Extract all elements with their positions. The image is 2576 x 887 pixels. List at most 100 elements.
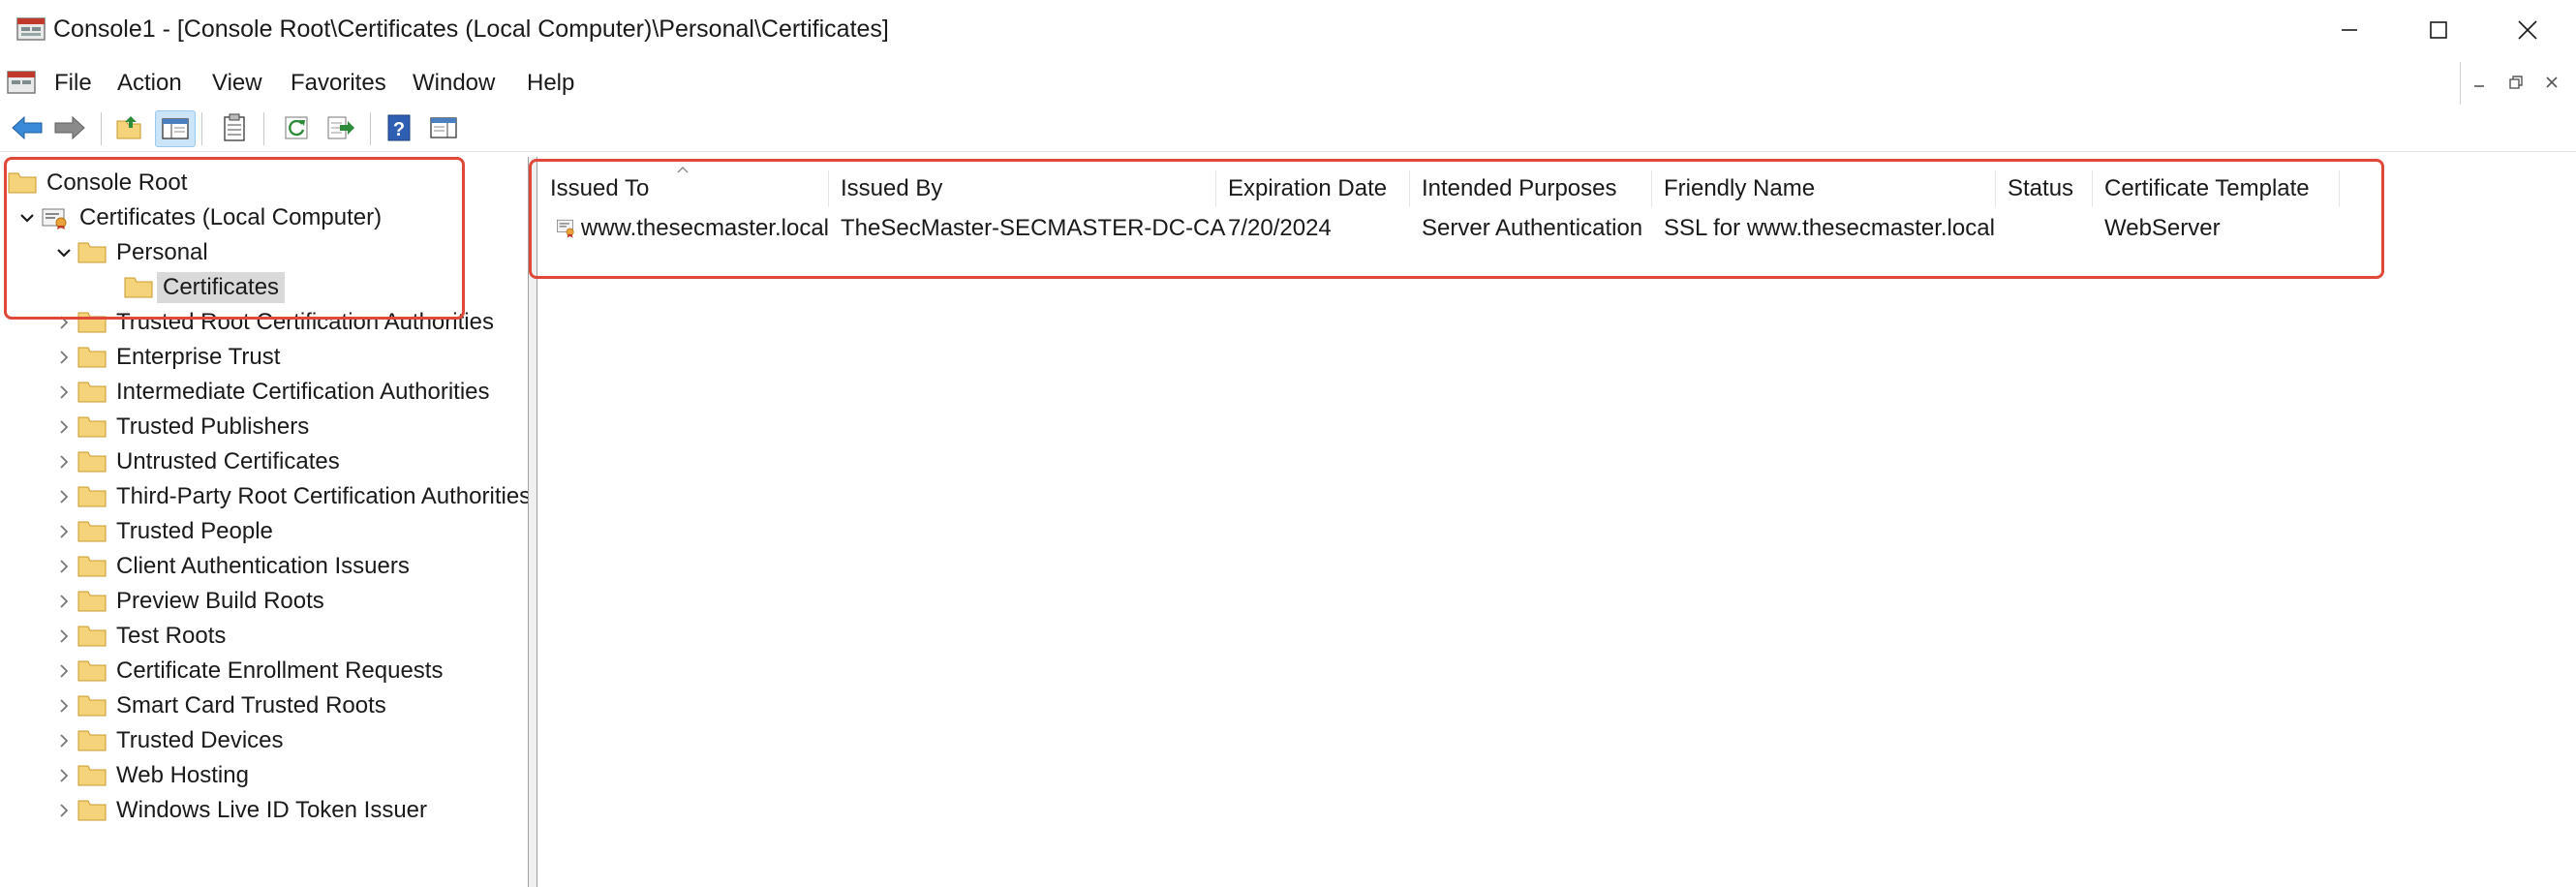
close-icon (2518, 20, 2537, 40)
refresh-icon (285, 116, 308, 139)
console-window-icon[interactable] (6, 68, 39, 99)
tree-item-label: Preview Build Roots (116, 588, 324, 614)
minimize-icon (2342, 29, 2357, 31)
maximize-button[interactable] (2394, 0, 2483, 60)
toolbar-separator (201, 112, 202, 145)
restore-icon (2509, 76, 2523, 89)
tree-item-label: Web Hosting (116, 762, 249, 788)
tree-item-store[interactable]: Certificate Enrollment Requests (50, 655, 448, 688)
folder-icon (77, 486, 107, 507)
folder-icon (77, 660, 107, 682)
folder-icon (77, 382, 107, 403)
mdi-restore-button[interactable] (2501, 68, 2530, 97)
tree-item-store[interactable]: Windows Live ID Token Issuer (50, 794, 433, 827)
tree-item-label: Intermediate Certification Authorities (116, 379, 490, 405)
highlight-box-list (529, 159, 2384, 279)
tree-item-label: Untrusted Certificates (116, 448, 340, 474)
tree-item-label: Trusted Devices (116, 727, 284, 753)
tree-item-label: Certificate Enrollment Requests (116, 658, 444, 684)
tree-item-label: Enterprise Trust (116, 344, 281, 370)
chevron-right-icon[interactable] (50, 341, 77, 374)
forward-icon (54, 115, 85, 140)
tree-item-store[interactable]: Client Authentication Issuers (50, 550, 415, 583)
chevron-right-icon[interactable] (50, 445, 77, 478)
export-list-icon (327, 116, 354, 139)
chevron-right-icon[interactable] (50, 724, 77, 757)
refresh-button[interactable] (277, 110, 316, 145)
tree-item-label: Windows Live ID Token Issuer (116, 797, 428, 823)
menu-action[interactable]: Action (117, 70, 182, 97)
chevron-right-icon[interactable] (50, 515, 77, 548)
chevron-right-icon[interactable] (50, 620, 77, 653)
chevron-right-icon[interactable] (50, 794, 77, 827)
menu-bar: File Action View Favorites Window Help (0, 60, 2576, 105)
folder-icon (77, 695, 107, 717)
mdi-minimize-button[interactable] (2465, 68, 2494, 97)
folder-icon (77, 521, 107, 542)
help-icon: ? (387, 114, 411, 141)
tree-item-label: Trusted Publishers (116, 413, 310, 440)
show-hide-console-tree-button[interactable] (155, 110, 196, 147)
up-folder-icon (116, 116, 141, 139)
chevron-right-icon[interactable] (50, 550, 77, 583)
tree-item-store[interactable]: Third-Party Root Certification Authoriti… (50, 480, 528, 513)
forward-button[interactable] (50, 110, 89, 145)
folder-icon (77, 451, 107, 473)
tree-item-label: Third-Party Root Certification Authoriti… (116, 483, 528, 509)
tree-item-store[interactable]: Intermediate Certification Authorities (50, 376, 496, 409)
tree-item-label: Smart Card Trusted Roots (116, 692, 386, 719)
chevron-right-icon[interactable] (50, 759, 77, 792)
tree-item-store[interactable]: Enterprise Trust (50, 341, 286, 374)
export-list-button[interactable] (322, 110, 360, 145)
chevron-right-icon[interactable] (50, 689, 77, 722)
highlight-box-tree (4, 157, 465, 320)
chevron-right-icon[interactable] (50, 376, 77, 409)
tree-item-store[interactable]: Web Hosting (50, 759, 255, 792)
folder-icon (77, 626, 107, 647)
show-hide-action-pane-button[interactable] (424, 110, 463, 145)
folder-icon (77, 591, 107, 612)
folder-icon (77, 800, 107, 821)
tree-item-label: Client Authentication Issuers (116, 553, 410, 579)
tree-item-store[interactable]: Smart Card Trusted Roots (50, 689, 392, 722)
toolbar-separator (370, 112, 371, 145)
tree-item-store[interactable]: Trusted People (50, 515, 279, 548)
folder-icon (77, 347, 107, 368)
tree-item-store[interactable]: Test Roots (50, 620, 231, 653)
back-button[interactable] (8, 110, 46, 145)
chevron-right-icon[interactable] (50, 585, 77, 618)
up-one-level-button[interactable] (110, 110, 149, 145)
menu-favorites[interactable]: Favorites (291, 70, 386, 97)
close-button[interactable] (2483, 0, 2572, 60)
menu-view[interactable]: View (212, 70, 262, 97)
minimize-icon (2474, 85, 2484, 87)
tree-item-store[interactable]: Trusted Devices (50, 724, 290, 757)
window-title: Console1 - [Console Root\Certificates (L… (53, 15, 889, 43)
menu-help[interactable]: Help (527, 70, 574, 97)
close-icon (2546, 76, 2558, 88)
tree-item-store[interactable]: Preview Build Roots (50, 585, 330, 618)
chevron-right-icon[interactable] (50, 480, 77, 513)
tree-item-store[interactable]: Untrusted Certificates (50, 445, 346, 478)
back-icon (12, 115, 43, 140)
minimize-button[interactable] (2305, 0, 2394, 60)
help-button[interactable]: ? (380, 110, 418, 145)
mdi-close-button[interactable] (2537, 68, 2566, 97)
folder-icon (77, 416, 107, 438)
properties-button[interactable] (215, 110, 254, 145)
menu-file[interactable]: File (54, 70, 92, 97)
tree-item-label: Trusted People (116, 518, 273, 544)
chevron-right-icon[interactable] (50, 411, 77, 444)
folder-icon (77, 556, 107, 577)
folder-icon (77, 730, 107, 751)
toolbar: ? (0, 105, 2576, 152)
folder-icon (77, 765, 107, 786)
tree-item-store[interactable]: Trusted Publishers (50, 411, 315, 444)
menu-window[interactable]: Window (413, 70, 495, 97)
chevron-right-icon[interactable] (50, 655, 77, 688)
mmc-app-icon (16, 17, 46, 41)
toolbar-separator (101, 112, 102, 145)
tree-item-label: Test Roots (116, 623, 227, 649)
show-hide-tree-icon (162, 118, 189, 139)
svg-text:?: ? (393, 119, 405, 140)
